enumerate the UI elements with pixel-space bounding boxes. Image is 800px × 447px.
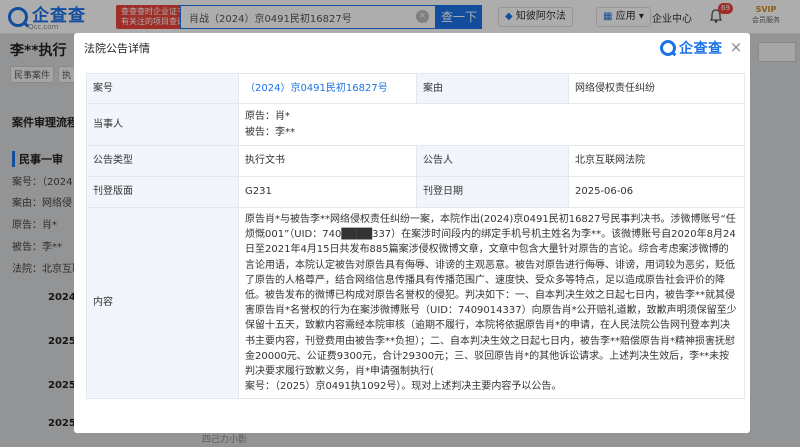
cause-label: 案由: [416, 73, 569, 104]
close-icon[interactable]: ×: [728, 38, 744, 56]
table-row: 案号 （2024）京0491民初16827号 案由 网络侵权责任纠纷: [86, 73, 745, 104]
plaintiff-text: 原告：肖*: [245, 110, 290, 122]
table-row: 当事人 原告：肖* 被告：李**: [86, 103, 745, 146]
content-cell: 原告肖*与被告李**网络侵权责任纠纷一案，本院作出(2024)京0491民初16…: [238, 206, 745, 400]
defendant-text: 被告：李**: [245, 126, 295, 138]
date-label: 刊登日期: [416, 176, 569, 208]
cause-value: 网络侵权责任纠纷: [568, 73, 745, 104]
page-label: 刊登版面: [86, 176, 239, 208]
case-no-link[interactable]: （2024）京0491民初16827号: [245, 83, 388, 94]
case-no-cell: （2024）京0491民初16827号: [238, 73, 417, 104]
publisher-value: 北京互联网法院: [568, 145, 745, 177]
logo-icon: [660, 40, 676, 56]
party-label: 当事人: [86, 103, 239, 146]
page-value: G231: [238, 176, 417, 208]
publisher-label: 公告人: [416, 145, 569, 177]
case-no-label: 案号: [86, 73, 239, 104]
type-value: 执行文书: [238, 145, 417, 177]
notice-content: 原告肖*与被告李**网络侵权责任纠纷一案，本院作出(2024)京0491民初16…: [245, 214, 737, 378]
dialog-logo: 企查查: [660, 38, 723, 58]
party-cell: 原告：肖* 被告：李**: [238, 103, 745, 146]
notice-table: 案号 （2024）京0491民初16827号 案由 网络侵权责任纠纷 当事人 原…: [86, 73, 745, 400]
table-row: 刊登版面 G231 刊登日期 2025-06-06: [86, 176, 745, 208]
type-label: 公告类型: [86, 145, 239, 177]
notice-content-tail: 案号：（2025）京0491执1092号）。现对上述判决主要内容予以公告。: [245, 381, 562, 393]
dialog-logo-text: 企查查: [679, 41, 723, 57]
date-value: 2025-06-06: [568, 176, 745, 208]
table-row: 内容 原告肖*与被告李**网络侵权责任纠纷一案，本院作出(2024)京0491民…: [86, 206, 745, 400]
court-notice-dialog: 法院公告详情 企查查 × 案号 （2024）京0491民初16827号 案由 网…: [74, 33, 750, 433]
content-label: 内容: [86, 206, 239, 400]
dialog-title: 法院公告详情: [84, 42, 150, 55]
dialog-header: 法院公告详情: [74, 33, 750, 63]
table-row: 公告类型 执行文书 公告人 北京互联网法院: [86, 145, 745, 177]
